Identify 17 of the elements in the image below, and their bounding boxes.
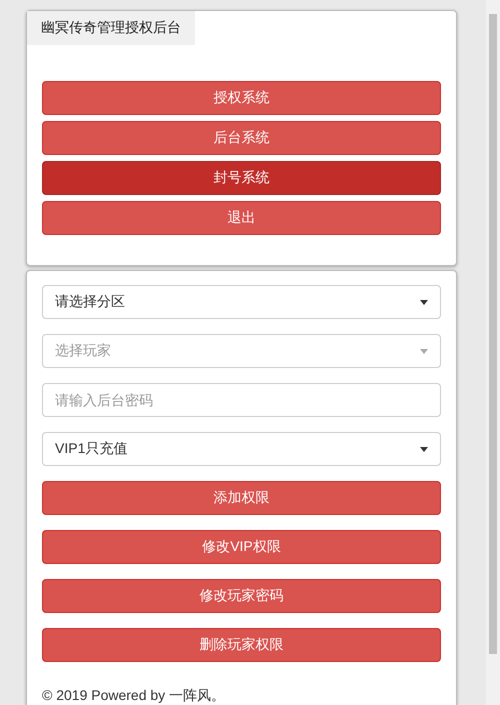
- nav-button[interactable]: 退出: [42, 201, 441, 235]
- select-field[interactable]: VIP1只充值: [42, 432, 441, 466]
- panel-title: 幽冥传奇管理授权后台: [27, 11, 195, 45]
- caret-icon: [420, 348, 428, 354]
- caret-icon: [420, 300, 428, 304]
- action-button[interactable]: 删除玩家权限: [42, 628, 441, 662]
- action-button[interactable]: 添加权限: [42, 481, 441, 515]
- nav-button[interactable]: 后台系统: [42, 121, 441, 155]
- action-button[interactable]: 修改VIP权限: [42, 530, 441, 564]
- action-button[interactable]: 修改玩家密码: [42, 579, 441, 613]
- nav-button[interactable]: 封号系统: [42, 161, 441, 195]
- password-field[interactable]: 请输入后台密码: [42, 383, 441, 417]
- footer-text: © 2019 Powered by 一阵风。: [42, 687, 226, 705]
- scrollbar-thumb[interactable]: [489, 14, 497, 654]
- nav-button[interactable]: 授权系统: [42, 81, 441, 115]
- select-field[interactable]: 请选择分区: [42, 285, 441, 319]
- caret-icon: [420, 446, 428, 452]
